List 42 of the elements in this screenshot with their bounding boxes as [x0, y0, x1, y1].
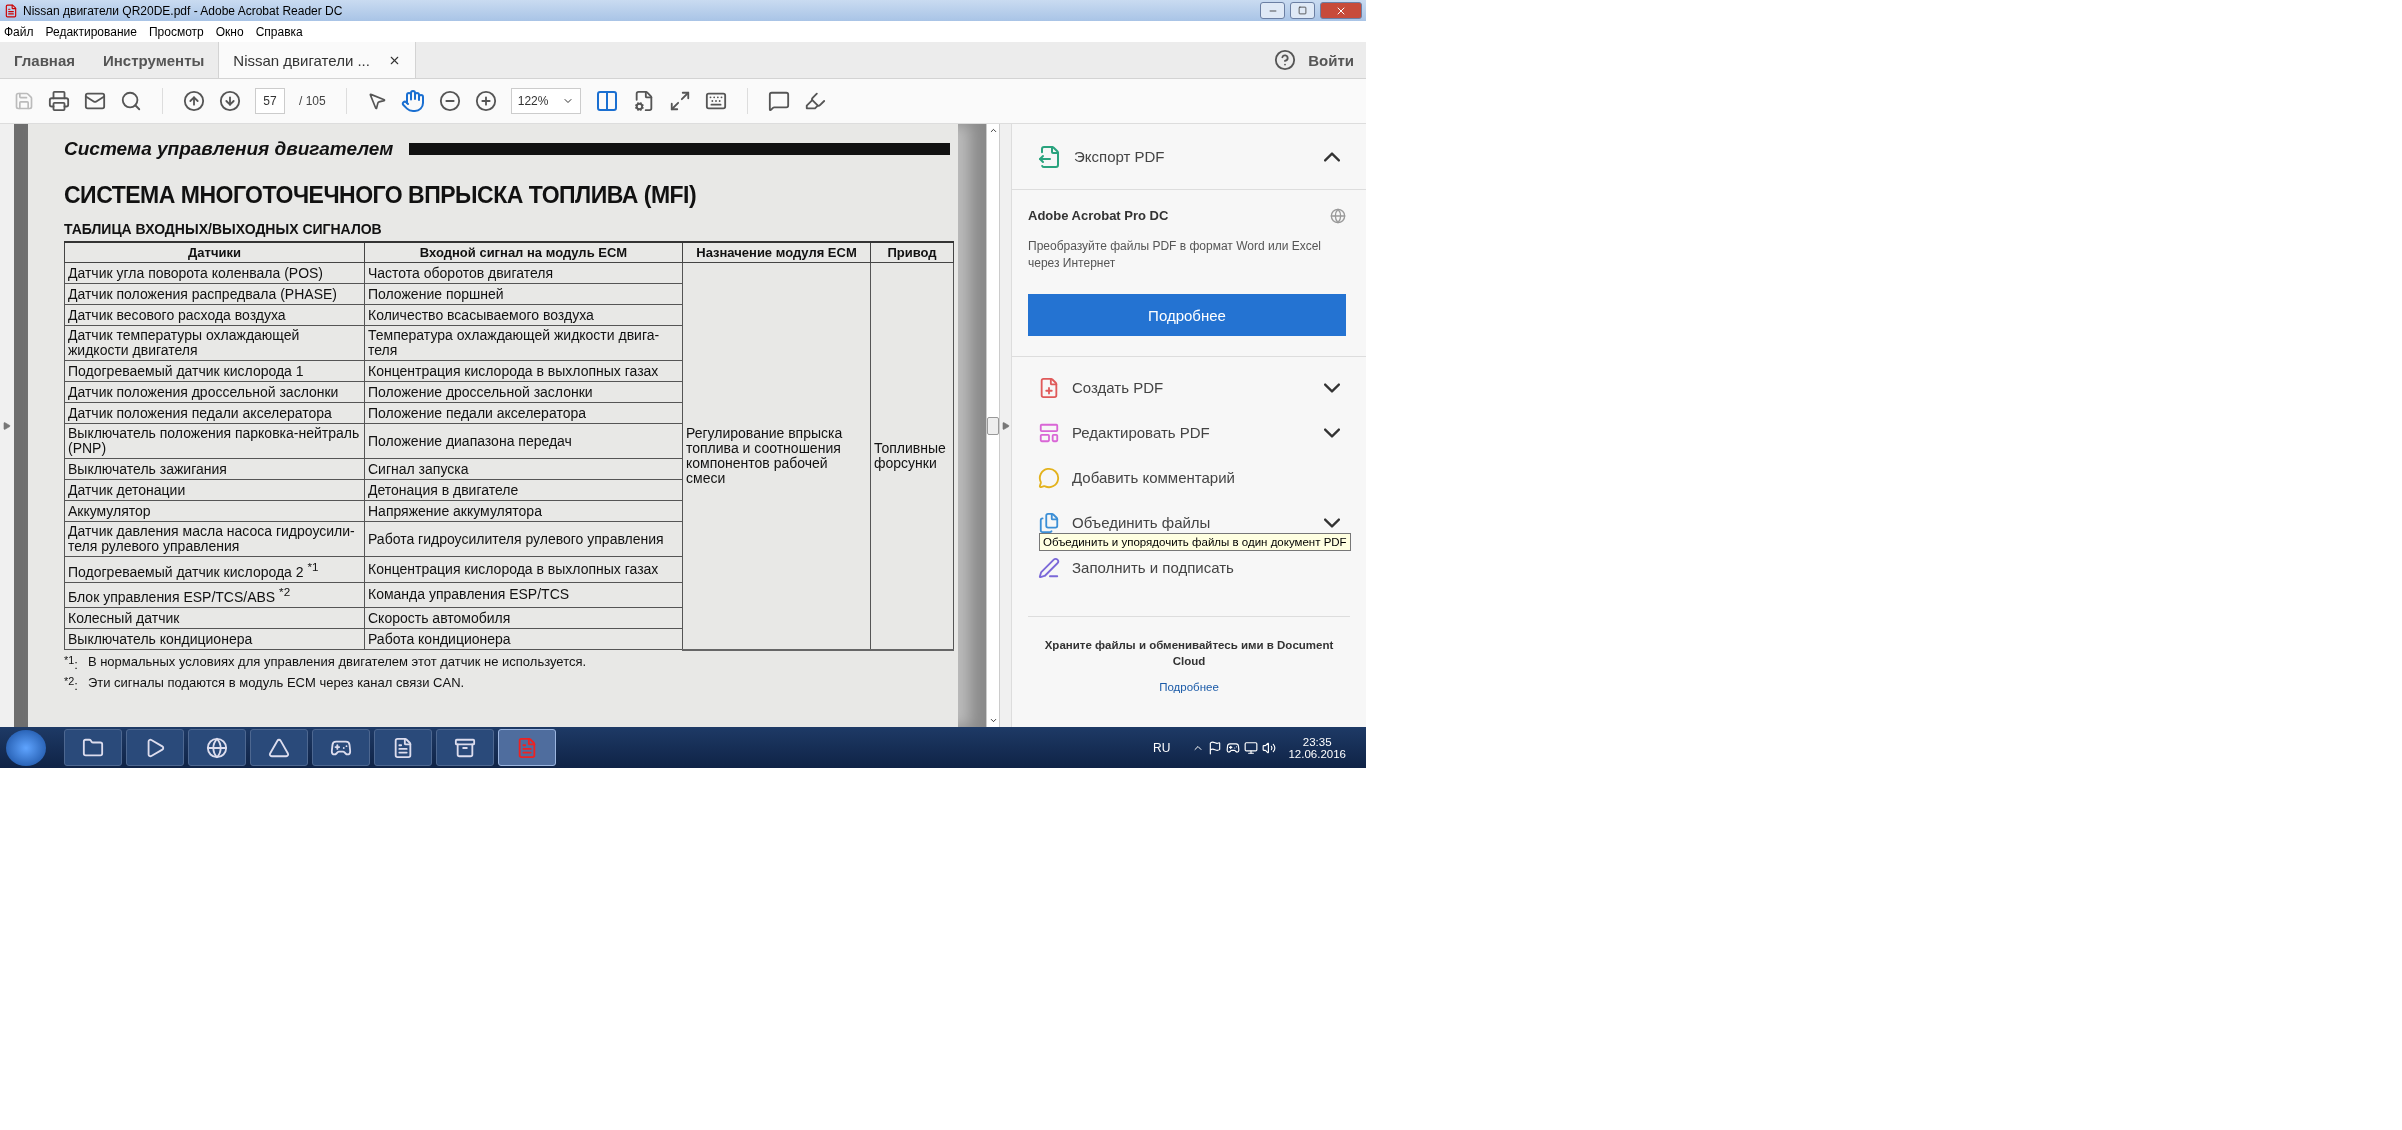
table-title: ТАБЛИЦА ВХОДНЫХ/ВЫХОДНЫХ СИГНАЛОВ: [64, 221, 383, 237]
table-cell: Датчик угла поворота коленвала (POS): [64, 262, 365, 284]
tool-label: Заполнить и подписать: [1072, 559, 1235, 576]
tool-label: Редактировать PDF: [1072, 424, 1211, 441]
table-cell: Датчик детонации: [64, 479, 365, 501]
product-name: Adobe Acrobat Pro DC: [1028, 208, 1169, 224]
running-head: Система управления двигателем: [64, 138, 394, 160]
tool-label: Объединить файлы: [1072, 514, 1212, 531]
table-cell: Выключатель кондиционера: [64, 628, 365, 650]
footnote-mark: $^{*1}$:: [64, 653, 78, 673]
footnote: Эти сигналы подаются в модуль ECM через канал связи CAN.: [87, 675, 465, 693]
table-cell: Колесный датчик: [64, 607, 365, 629]
column-header: Входной сигнал на модуль ECM: [364, 242, 683, 263]
column-header: Датчики: [64, 242, 365, 263]
table-cell: Частота оборотов двигателя: [364, 262, 683, 284]
table-cell: Датчик температуры охлаждающей жидкости двигателя: [64, 325, 365, 361]
tool-label: Экспорт PDF: [1074, 148, 1166, 165]
footnote: В нормальных условиях для управления двигателем этот датчик не используется.: [87, 653, 587, 671]
table-cell: Подогреваемый датчик кислорода 1: [64, 360, 365, 382]
table-cell: Регулирование впрыска топлива и соотношения компонентов рабочей смеси: [682, 262, 871, 650]
description: Преобразуйте файлы PDF в формат Word или Excel через Интернет: [1028, 238, 1322, 272]
table-cell: Датчик весового расхода воздуха: [64, 304, 365, 326]
table-cell: Блок управления ESP/TCS/ABS $^{*2}$: [64, 582, 365, 608]
column-header: Привод: [870, 242, 954, 263]
document-title: СИСТЕМА МНОГОТОЧЕЧНОГО ВПРЫСКА ТОПЛИВА (MFI): [64, 182, 698, 209]
table-cell: Аккумулятор: [64, 500, 365, 522]
table-cell: Датчик положения распредвала (PHASE): [64, 283, 365, 305]
table-cell: Выключатель зажигания: [64, 458, 365, 480]
cloud-text: Храните файлы и обменивайтесь ими в Document Cloud: [1043, 638, 1335, 669]
tool-label: Создать PDF: [1072, 379, 1165, 396]
footnote-mark: $^{*2}$:: [64, 675, 78, 694]
table-cell: Датчик положения дроссельной заслонки: [64, 381, 365, 403]
table-cell: Подогреваемый датчик кислорода 2 $^{*1}$: [64, 556, 365, 583]
tooltip: Объединить и упорядочить файлы в один документ PDF: [1039, 533, 1351, 551]
column-header: Назначение модуля ECM: [682, 242, 871, 263]
table-cell: Выключатель положения парковка-нейтраль (PNP): [64, 423, 365, 459]
table-cell: Топливные форсунки: [870, 262, 954, 650]
page-count: / 105: [299, 94, 326, 108]
window-title: Nissan двигатели QR20DE.pdf - Adobe Acrobat Reader DC: [23, 3, 344, 18]
table-cell: Датчик давления масла насоса гидроусили-теля рулевого управления: [64, 521, 365, 557]
tool-label: Добавить комментарий: [1072, 469, 1236, 486]
table-cell: Датчик положения педали акселератора: [64, 402, 365, 424]
